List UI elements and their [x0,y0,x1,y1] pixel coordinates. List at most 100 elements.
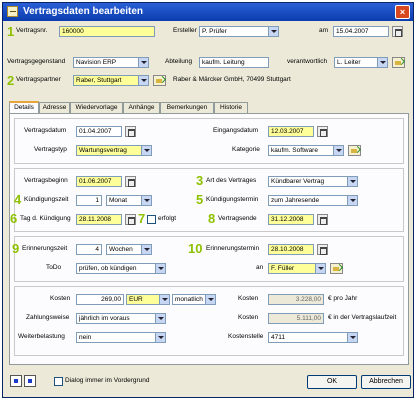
chevron-down-icon[interactable] [155,264,165,273]
calendar-icon[interactable] [392,26,403,37]
marker-2: 2 [7,73,15,88]
kuendigungszeit-field[interactable]: 1 [76,195,102,206]
intervall-select[interactable]: monatlich [172,294,216,305]
foreground-checkbox[interactable] [54,377,63,386]
vertragsdatum-label: Vertragsdatum [24,127,67,134]
kuendigungszeit-unit-select[interactable]: Monat [106,195,152,206]
kosten-field[interactable]: 269,00 [76,294,124,305]
verantwortlich-select[interactable]: L. Leiter [334,57,388,68]
calendar-icon[interactable] [317,126,328,137]
chevron-down-icon[interactable] [141,196,151,205]
chevron-down-icon[interactable] [333,146,343,155]
tag-kuendigung-field[interactable]: 28.11.2008 [76,214,122,225]
marker-6: 6 [10,211,18,226]
zahlungsweise-select[interactable]: jährlich im voraus [76,313,166,324]
kostenstelle-select[interactable]: 4711 [268,332,358,343]
calendar-icon[interactable] [125,214,136,225]
calendar-icon[interactable] [125,176,136,187]
an-select[interactable]: F. Füller [268,263,326,274]
nav-second-button[interactable] [24,375,36,387]
kosten2-label: Kosten [238,295,259,302]
kosten3-suffix: € in der Vertragslaufzeit [328,314,397,321]
am-label: am [319,27,329,34]
art-select[interactable]: Kündbarer Vertrag [268,176,358,187]
tab-wiedervorlage[interactable]: Wiedervorlage [70,102,123,113]
cancel-button[interactable]: Abbrechen [361,375,411,389]
partner-value: Raber, Stuttgart [76,77,122,84]
marker-3: 3 [196,173,204,188]
lookup-icon[interactable] [348,145,361,156]
tab-anhaenge[interactable]: Anhänge [123,102,160,113]
kuendigungszeit-label: Kündigungszeit [24,196,69,203]
close-button[interactable]: × [395,5,410,19]
title-bar[interactable]: Vertragsdaten bearbeiten × [3,3,413,21]
vertragsende-field[interactable]: 31.12.2008 [268,214,314,225]
lookup-icon[interactable] [392,57,405,68]
ok-button[interactable]: OK [307,375,357,389]
ersteller-select[interactable]: P. Prüfer [199,26,279,37]
partner-label: Vertragspartner [16,76,61,83]
eingangsdatum-field[interactable]: 12.03.2007 [268,126,314,137]
vertragsnr-field[interactable]: 160000 [59,26,155,37]
vertragsbeginn-label: Vertragsbeginn [24,177,68,184]
erfolgt-checkbox[interactable] [147,215,156,224]
waehrung-select[interactable]: EUR [126,294,170,305]
calendar-icon[interactable] [317,244,328,255]
marker-5: 5 [196,192,204,207]
gegenstand-label: Vertragsgegenstand [7,58,66,65]
kategorie-select[interactable]: kaufm. Software [268,145,344,156]
an-label: an [256,264,264,271]
erinnerungstermin-field[interactable]: 28.10.2008 [268,244,314,255]
marker-9: 9 [12,241,20,256]
marker-7: 7 [138,211,146,226]
calendar-icon[interactable] [125,126,136,137]
chevron-down-icon[interactable] [347,196,357,205]
chevron-down-icon[interactable] [141,146,151,155]
chevron-down-icon[interactable] [347,333,357,342]
zahlungsweise-value: jährlich im voraus [79,315,130,322]
weiterbelastung-label: Weiterbelastung [18,333,65,340]
group-reminder [14,236,404,282]
vertragsdatum-field[interactable]: 01.04.2007 [76,126,122,137]
vertragsbeginn-field[interactable]: 01.06.2007 [76,176,122,187]
erinnerungstermin-label: Erinnerungstermin [206,245,260,252]
kosten-label: Kosten [50,295,71,302]
marker-8: 8 [208,211,216,226]
chevron-down-icon[interactable] [155,333,165,342]
vertragstyp-value: Wartungsvertrag [79,147,127,154]
erinnerungszeit-label: Erinnerungszeit [22,245,68,252]
abteilung-field[interactable]: kaufm. Leitung [199,57,269,68]
chevron-down-icon[interactable] [141,245,151,254]
tab-adresse[interactable]: Adresse [39,102,70,113]
zahlungsweise-label: Zahlungsweise [26,314,70,321]
waehrung-value: EUR [129,296,143,303]
marker-10: 10 [188,241,203,256]
chevron-down-icon[interactable] [138,76,148,85]
chevron-down-icon[interactable] [155,314,165,323]
calendar-icon[interactable] [317,214,328,225]
chevron-down-icon[interactable] [268,27,278,36]
tab-historie[interactable]: Historie [214,102,248,113]
tab-bemerkungen[interactable]: Bemerkungen [160,102,214,113]
erinnerungszeit-unit-value: Wochen [109,246,133,253]
chevron-down-icon[interactable] [377,58,387,67]
lookup-icon[interactable] [330,263,343,274]
kosten-laufzeit-field: 5.111,00 [268,313,324,324]
chevron-down-icon[interactable] [159,295,169,304]
chevron-down-icon[interactable] [138,58,148,67]
chevron-down-icon[interactable] [347,177,357,186]
todo-select[interactable]: prüfen, ob kündigen [76,263,166,274]
nav-first-button[interactable] [10,375,22,387]
am-date-field[interactable]: 15.04.2007 [333,26,389,37]
chevron-down-icon[interactable] [205,295,215,304]
lookup-icon[interactable] [153,75,166,86]
vertragstyp-label: Vertragstyp [34,146,67,153]
vertragstyp-select[interactable]: Wartungsvertrag [76,145,152,156]
partner-select[interactable]: Raber, Stuttgart [73,75,149,86]
kuendigungstermin-select[interactable]: zum Jahresende [268,195,358,206]
chevron-down-icon[interactable] [315,264,325,273]
erinnerungszeit-field[interactable]: 4 [76,244,102,255]
gegenstand-select[interactable]: Navision ERP [73,57,149,68]
weiterbelastung-select[interactable]: nein [76,332,166,343]
erinnerungszeit-unit-select[interactable]: Wochen [106,244,152,255]
